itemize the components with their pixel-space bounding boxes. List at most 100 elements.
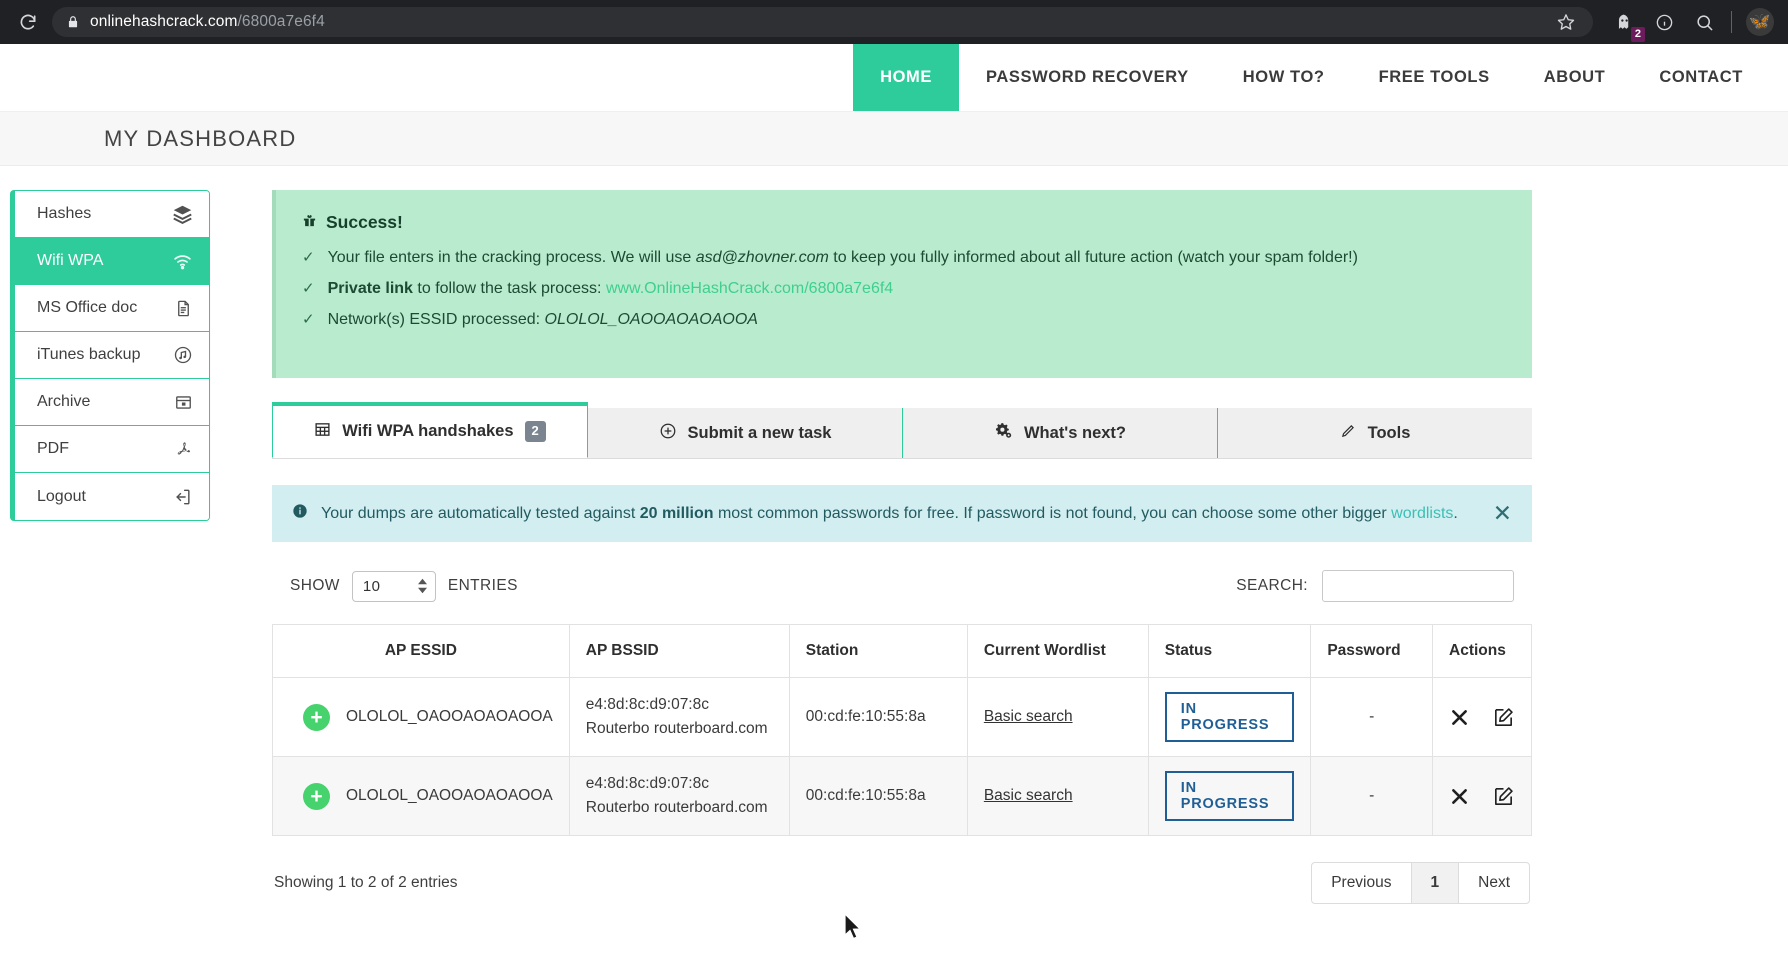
status-badge: IN PROGRESS: [1164, 692, 1295, 743]
wordlists-link[interactable]: wordlists: [1391, 505, 1453, 522]
check-icon: ✓: [302, 249, 315, 266]
sidebar-item-hashes[interactable]: Hashes: [15, 191, 209, 238]
nav-item-how-to[interactable]: HOW TO?: [1216, 44, 1352, 111]
search-icon[interactable]: [1691, 9, 1717, 35]
column-header-status[interactable]: Status: [1147, 624, 1312, 679]
dashboard-title-strip: MY DASHBOARD: [0, 112, 1788, 166]
essid-text: OLOLOL_OAOOAOAOAOOA: [346, 787, 553, 805]
tab-whats-next[interactable]: What's next?: [903, 408, 1218, 459]
pagination: Previous 1 Next: [1311, 862, 1530, 905]
tab-label: Wifi WPA handshakes: [342, 422, 514, 441]
tab-wifi-wpa-handshakes[interactable]: Wifi WPA handshakes 2: [272, 402, 588, 459]
sidebar-item-pdf[interactable]: PDF: [15, 426, 209, 473]
info-banner-text: Your dumps are automatically tested agai…: [321, 503, 1480, 525]
pagination-page-1[interactable]: 1: [1410, 862, 1460, 905]
nav-item-contact[interactable]: CONTACT: [1632, 44, 1770, 111]
processed-essid: OLOLOL_OAOOAOAOAOOA: [544, 310, 758, 328]
expand-plus-icon[interactable]: +: [303, 782, 330, 810]
pagination-next[interactable]: Next: [1458, 862, 1530, 905]
tab-label: Submit a new task: [687, 423, 832, 442]
cell-station: 00:cd:fe:10:55:8a: [788, 677, 968, 758]
page-size-value: 10: [362, 577, 381, 595]
page-title: MY DASHBOARD: [104, 125, 297, 151]
cell-ap-bssid: e4:8d:8c:d9:07:8c Routerbo routerboard.c…: [568, 756, 790, 837]
main-content: Success! ✓ Your file enters in the crack…: [272, 190, 1532, 954]
ghost-extension-icon[interactable]: 2: [1611, 9, 1645, 42]
sidebar-item-archive[interactable]: Archive: [15, 379, 209, 426]
column-header-current-wordlist[interactable]: Current Wordlist: [966, 624, 1149, 679]
alert-line-essid: ✓ Network(s) ESSID processed: OLOLOL_OAO…: [302, 308, 1506, 333]
sidebar-item-logout[interactable]: Logout: [15, 473, 209, 520]
bssid-vendor: Routerbo routerboard.com: [585, 799, 768, 817]
actions-wrapper: [1449, 706, 1515, 729]
pagination-previous[interactable]: Previous: [1311, 862, 1412, 905]
cell-station: 00:cd:fe:10:55:8a: [788, 756, 968, 837]
gift-icon: [302, 212, 317, 233]
table-header-row: AP ESSID AP BSSID Station Current Wordli…: [272, 624, 1532, 679]
close-x-icon[interactable]: [1449, 786, 1470, 807]
nav-item-home[interactable]: HOME: [853, 44, 960, 111]
essid-wrapper: + OLOLOL_OAOOAOAOAOOA: [289, 782, 553, 810]
address-bar[interactable]: onlinehashcrack.com/6800a7e6f4: [52, 7, 1593, 37]
column-header-actions[interactable]: Actions: [1432, 624, 1532, 679]
sidebar-item-ms-office-doc[interactable]: MS Office doc: [15, 285, 209, 332]
expand-plus-icon[interactable]: +: [303, 703, 330, 731]
alert-title-text: Success!: [326, 212, 403, 232]
nav-item-about[interactable]: ABOUT: [1517, 44, 1633, 111]
search-input[interactable]: [1322, 570, 1514, 603]
star-icon[interactable]: [1553, 9, 1579, 35]
main-navigation: HOME PASSWORD RECOVERY HOW TO? FREE TOOL…: [853, 44, 1788, 111]
sidebar-item-wifi-wpa[interactable]: Wifi WPA: [15, 238, 209, 285]
wordlist-link[interactable]: Basic search: [984, 708, 1073, 725]
column-header-ap-bssid[interactable]: AP BSSID: [568, 624, 790, 679]
wordlist-link[interactable]: Basic search: [984, 787, 1073, 804]
toolbar-divider: [1731, 11, 1732, 33]
nav-item-password-recovery[interactable]: PASSWORD RECOVERY: [959, 44, 1216, 111]
reload-icon[interactable]: [14, 8, 42, 36]
sidebar: Hashes Wifi WPA MS Office doc iTunes bac…: [10, 190, 210, 521]
show-entries-control: SHOW 10 ENTRIES: [290, 570, 518, 602]
sidebar-item-itunes-backup[interactable]: iTunes backup: [15, 332, 209, 379]
alert-line-text: Network(s) ESSID processed: OLOLOL_OAOOA…: [328, 308, 758, 333]
alert-line-pre: to follow the task process:: [412, 279, 606, 297]
cell-ap-essid: + OLOLOL_OAOOAOAOAOOA: [272, 756, 570, 837]
archive-box-icon: [174, 393, 193, 412]
profile-avatar[interactable]: 🦋: [1746, 8, 1774, 36]
pdf-icon: [173, 439, 193, 459]
site-header: HOME PASSWORD RECOVERY HOW TO? FREE TOOL…: [0, 44, 1788, 112]
cell-actions: [1432, 677, 1532, 758]
plus-circle-icon: [659, 422, 677, 445]
sidebar-item-label: iTunes backup: [37, 346, 141, 363]
table-row: + OLOLOL_OAOOAOAOAOOA e4:8d:8c:d9:07:8c …: [272, 756, 1532, 837]
layers-icon: [172, 204, 193, 225]
alert-line-text: Private link to follow the task process:…: [328, 277, 894, 302]
close-x-icon[interactable]: [1449, 707, 1470, 728]
logout-icon: [173, 487, 193, 507]
tab-tools[interactable]: Tools: [1218, 408, 1532, 459]
tab-submit-a-new-task[interactable]: Submit a new task: [588, 408, 903, 459]
nav-item-free-tools[interactable]: FREE TOOLS: [1352, 44, 1517, 111]
column-header-station[interactable]: Station: [788, 624, 968, 679]
close-icon[interactable]: ✕: [1493, 502, 1512, 525]
banner-strong: 20 million: [639, 504, 714, 522]
chevron-updown-icon: [417, 579, 427, 594]
edit-pencil-icon[interactable]: [1492, 785, 1515, 808]
alert-line-text: Your file enters in the cracking process…: [328, 246, 1358, 271]
info-circle-icon[interactable]: [1651, 9, 1677, 35]
alert-line-pre: Network(s) ESSID processed:: [327, 310, 545, 328]
column-header-password[interactable]: Password: [1310, 624, 1433, 679]
alert-email: asd@zhovner.com: [695, 249, 829, 266]
info-banner: Your dumps are automatically tested agai…: [272, 485, 1532, 543]
music-note-circle-icon: [173, 345, 193, 365]
edit-pencil-icon[interactable]: [1492, 706, 1515, 729]
column-header-ap-essid[interactable]: AP ESSID: [272, 624, 570, 679]
table-controls: SHOW 10 ENTRIES SEARCH:: [272, 570, 1532, 603]
private-task-link[interactable]: www.OnlineHashCrack.com/6800a7e6f4: [606, 280, 893, 297]
page-size-select[interactable]: 10: [351, 570, 436, 602]
url-text: onlinehashcrack.com/6800a7e6f4: [90, 13, 325, 31]
check-icon: ✓: [302, 310, 315, 328]
bssid-vendor: Routerbo routerboard.com: [585, 720, 768, 738]
wifi-icon: [172, 251, 193, 272]
search-control: SEARCH:: [1236, 570, 1514, 603]
alert-line-pre: Your file enters in the cracking process…: [327, 249, 696, 266]
